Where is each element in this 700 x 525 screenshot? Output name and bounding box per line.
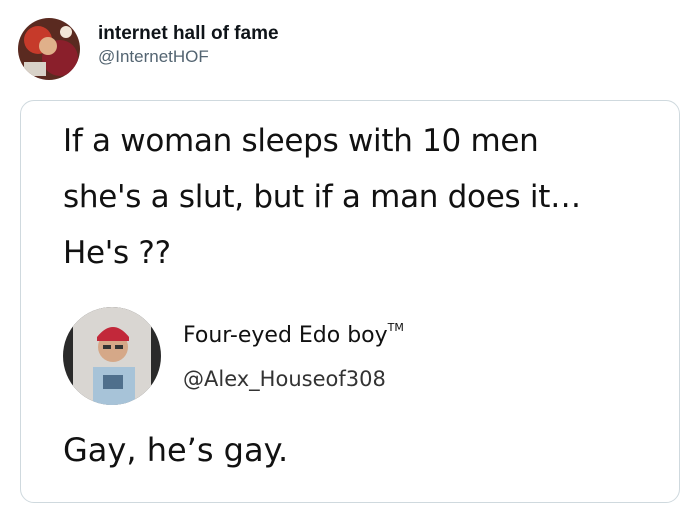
screenshot-card: If a woman sleeps with 10 men she's a sl… (20, 100, 680, 503)
reply-handle: @Alex_Houseof308 (183, 367, 386, 391)
question-text: If a woman sleeps with 10 men she's a sl… (63, 113, 663, 281)
user-block: internet hall of fame @InternetHOF (98, 22, 279, 68)
display-name[interactable]: internet hall of fame (98, 22, 279, 46)
reply-name-text: Four-eyed Edo boy (183, 323, 388, 348)
reply-text: Gay, he’s gay. (63, 431, 289, 469)
question-line: He's ?? (63, 235, 171, 271)
reply-display-name: Four-eyed Edo boyTM (183, 321, 404, 348)
tweet-header: internet hall of fame @InternetHOF (18, 18, 279, 80)
user-handle[interactable]: @InternetHOF (98, 46, 279, 68)
question-line: If a woman sleeps with 10 men (63, 123, 539, 159)
reply-avatar-icon (63, 307, 161, 405)
trademark-mark: TM (387, 321, 404, 334)
user-avatar-icon[interactable] (18, 18, 80, 80)
question-line: she's a slut, but if a man does it… (63, 179, 581, 215)
